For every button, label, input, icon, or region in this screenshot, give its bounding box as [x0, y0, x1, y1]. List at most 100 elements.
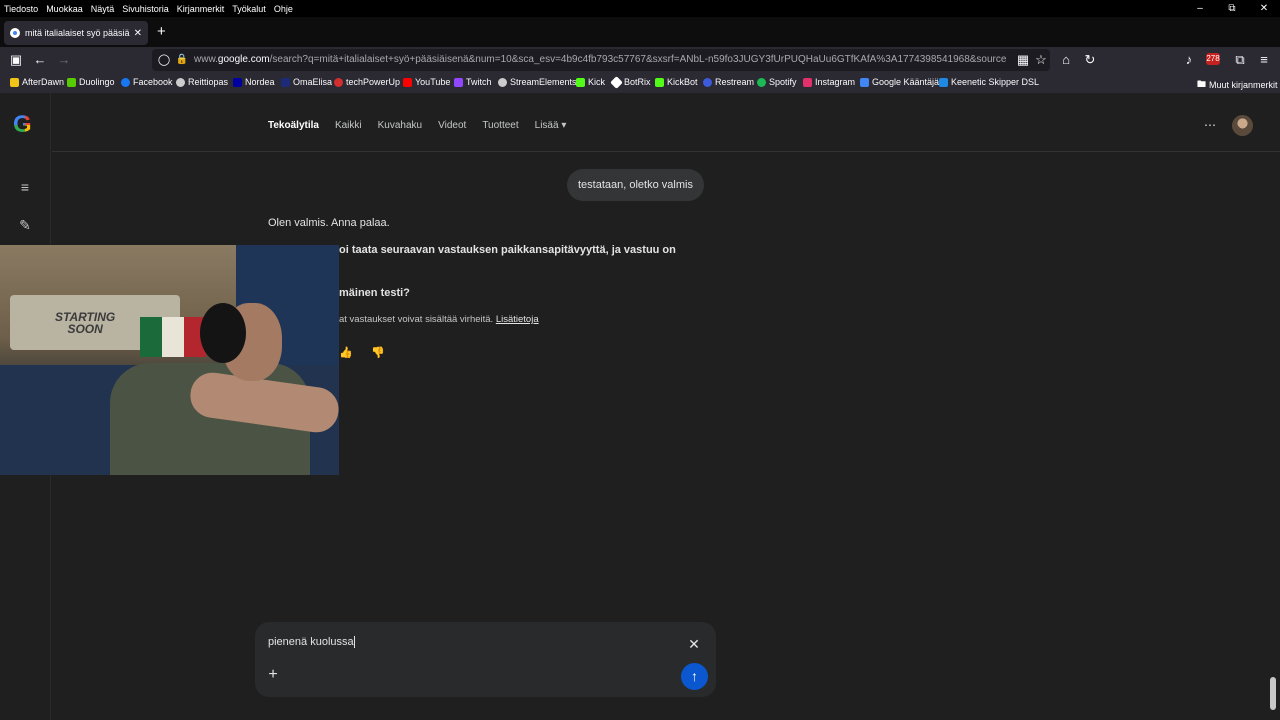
user-message-bubble: testataan, oletko valmis	[567, 169, 704, 201]
back-icon[interactable]: ←	[31, 51, 49, 69]
instagram-icon	[803, 77, 812, 87]
tab-ai-mode[interactable]: Tekoälytila	[268, 120, 319, 131]
bookmark-twitch[interactable]: Twitch	[454, 77, 492, 87]
address-bar[interactable]: ◯ 🔒 www.google.com/search?q=mitä+italial…	[152, 49, 1050, 71]
navigation-bar: ▣ ← → ◯ 🔒 www.google.com/search?q=mitä+i…	[0, 47, 1280, 72]
tab-videos[interactable]: Videot	[438, 120, 466, 131]
tab-all[interactable]: Kaikki	[335, 120, 362, 131]
search-header: Tekoälytila Kaikki Kuvahaku Videot Tuott…	[52, 93, 1280, 152]
history-list-icon[interactable]: ≡	[17, 179, 33, 195]
omaelisa-icon	[281, 77, 290, 87]
menu-muokkaa[interactable]: Muokkaa	[46, 4, 83, 14]
bookmark-omaelisa[interactable]: OmaElisa	[281, 77, 332, 87]
lock-icon[interactable]: 🔒	[173, 51, 191, 69]
bookmark-streamelements[interactable]: StreamElements	[498, 77, 577, 87]
window-controls: – ⧉ ✕	[1184, 0, 1280, 17]
tab-title: mitä italialaiset syö pääsiäisenä	[25, 28, 130, 38]
bookmark-reittiopas[interactable]: Reittiopas	[176, 77, 228, 87]
spotify-icon	[757, 77, 766, 87]
shield-icon[interactable]: ◯	[155, 51, 173, 69]
scrollbar[interactable]	[1270, 677, 1276, 710]
new-chat-edit-icon[interactable]: ✎	[17, 217, 33, 233]
restore-icon[interactable]: ⧉	[1216, 0, 1248, 17]
nordea-icon	[233, 77, 242, 87]
app-menubar: Tiedosto Muokkaa Näytä Sivuhistoria Kirj…	[0, 0, 1280, 17]
tab-more[interactable]: Lisää ▾	[535, 120, 567, 131]
sidebar-toggle-icon[interactable]: ▣	[7, 51, 25, 69]
google-translate-icon	[860, 77, 869, 87]
minimize-icon[interactable]: –	[1184, 0, 1216, 17]
close-window-icon[interactable]: ✕	[1248, 0, 1280, 17]
google-logo-icon[interactable]: G	[13, 113, 37, 137]
afterdawn-icon	[10, 77, 19, 87]
bookmark-duolingo[interactable]: Duolingo	[67, 77, 115, 87]
prompt-composer: pienenä kuolussa ✕ + ↑	[255, 622, 716, 697]
bookmark-techpowerup[interactable]: techPowerUp	[334, 77, 400, 87]
bookmark-kick[interactable]: Kick	[576, 77, 605, 87]
bookmark-spotify[interactable]: Spotify	[757, 77, 797, 87]
bookmark-afterdawn[interactable]: AfterDawn	[10, 77, 64, 87]
avatar[interactable]	[1232, 115, 1253, 136]
forward-icon[interactable]: →	[55, 51, 73, 69]
other-bookmarks[interactable]: 🖿 Muut kirjanmerkit	[1197, 77, 1278, 93]
bookmark-google-kaantaja[interactable]: Google Kääntäjä	[860, 77, 939, 87]
url-text[interactable]: www.google.com/search?q=mitä+italialaise…	[194, 49, 1006, 71]
botrix-icon	[610, 75, 623, 89]
headset	[200, 303, 246, 363]
menu-sivuhistoria[interactable]: Sivuhistoria	[122, 4, 169, 14]
bookmark-restream[interactable]: Restream	[703, 77, 754, 87]
bookmark-instagram[interactable]: Instagram	[803, 77, 855, 87]
bookmark-youtube[interactable]: YouTube	[403, 77, 450, 87]
bookmark-kickbot[interactable]: KickBot	[655, 77, 698, 87]
bookmark-keenetic[interactable]: Keenetic Skipper DSL	[939, 77, 1039, 87]
bookmark-facebook[interactable]: Facebook	[121, 77, 173, 87]
globe-icon	[176, 77, 185, 87]
prompt-input[interactable]: pienenä kuolussa	[268, 636, 355, 649]
add-attachment-icon[interactable]: +	[265, 667, 281, 683]
thumbs-down-icon[interactable]: 👎	[371, 346, 385, 360]
webcam-overlay: STARTING SOON	[0, 245, 339, 475]
send-button[interactable]: ↑	[681, 663, 708, 690]
answer-bold-line: oi taata seuraavan vastauksen paikkansap…	[339, 244, 676, 256]
restream-icon	[703, 77, 712, 87]
text-caret	[353, 636, 355, 649]
facebook-icon	[121, 77, 130, 87]
menu-tyokalut[interactable]: Työkalut	[232, 4, 266, 14]
tab-images[interactable]: Kuvahaku	[378, 120, 422, 131]
ai-disclaimer: at vastaukset voivat sisältää virheitä. …	[339, 314, 539, 325]
menu-kirjanmerkit[interactable]: Kirjanmerkit	[177, 4, 225, 14]
thumbs-up-icon[interactable]: 👍	[339, 346, 353, 360]
hamburger-menu-icon[interactable]: ≡	[1255, 51, 1273, 69]
extensions-puzzle-icon[interactable]: ⧉	[1231, 51, 1249, 69]
bookmark-star-icon[interactable]: ☆	[1032, 51, 1050, 69]
extension-music-icon[interactable]: ♪	[1180, 51, 1198, 69]
answer-question: mäinen testi?	[339, 287, 410, 299]
kick-icon	[576, 77, 585, 87]
apps-grid-icon[interactable]: ⋯	[1202, 118, 1218, 134]
italian-flag	[140, 317, 206, 357]
bookmark-botrix[interactable]: BotRix	[610, 75, 651, 89]
reader-view-icon[interactable]: ▦	[1014, 51, 1032, 69]
menu-nayta[interactable]: Näytä	[91, 4, 115, 14]
answer-text: Olen valmis. Anna palaa.	[268, 217, 390, 229]
twitch-icon	[454, 77, 463, 87]
bookmark-nordea[interactable]: Nordea	[233, 77, 275, 87]
home-icon[interactable]: ⌂	[1057, 51, 1075, 69]
menu-tiedosto[interactable]: Tiedosto	[4, 4, 38, 14]
menu-ohje[interactable]: Ohje	[274, 4, 293, 14]
extension-badge[interactable]: 278	[1206, 53, 1220, 65]
learn-more-link[interactable]: Lisätietoja	[496, 314, 539, 325]
clear-input-icon[interactable]: ✕	[686, 636, 702, 652]
close-tab-icon[interactable]: ✕	[134, 28, 142, 39]
keenetic-icon	[939, 77, 948, 87]
techpowerup-icon	[334, 77, 343, 87]
search-tabs: Tekoälytila Kaikki Kuvahaku Videot Tuott…	[268, 120, 582, 131]
youtube-icon	[403, 77, 412, 87]
kickbot-icon	[655, 77, 664, 87]
reload-icon[interactable]: ↻	[1081, 51, 1099, 69]
google-favicon-icon	[10, 28, 20, 38]
browser-tab[interactable]: mitä italialaiset syö pääsiäisenä ✕	[4, 21, 148, 45]
tab-products[interactable]: Tuotteet	[482, 120, 518, 131]
new-tab-icon[interactable]: +	[157, 22, 166, 42]
folder-icon: 🖿	[1197, 79, 1207, 89]
